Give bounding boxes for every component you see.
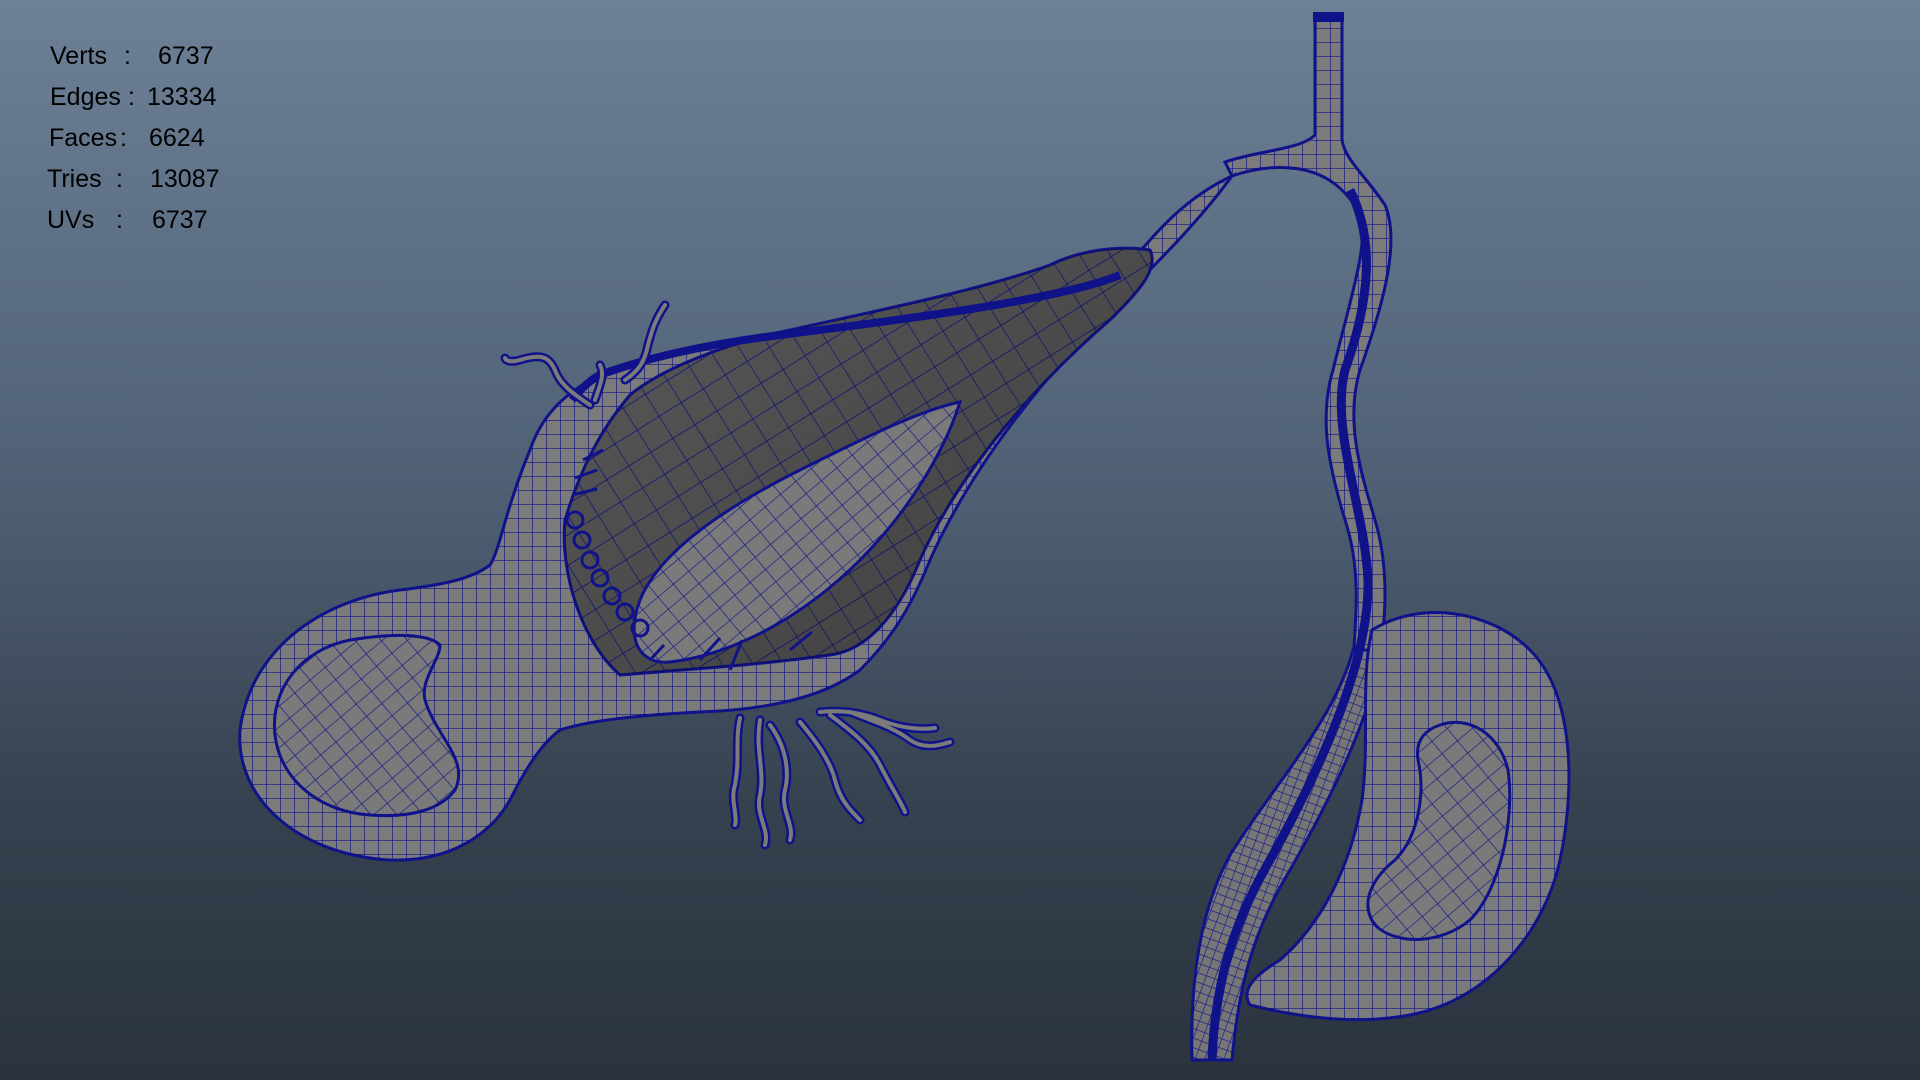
vessel-cap [1313, 12, 1344, 22]
3d-viewport[interactable]: Verts : 6737 Edges : 13334 Faces : 6624 … [0, 0, 1920, 1080]
wireframe-model[interactable] [0, 0, 1920, 1080]
left-lobe-inner [272, 633, 461, 818]
tendrils-bottom [728, 706, 955, 850]
